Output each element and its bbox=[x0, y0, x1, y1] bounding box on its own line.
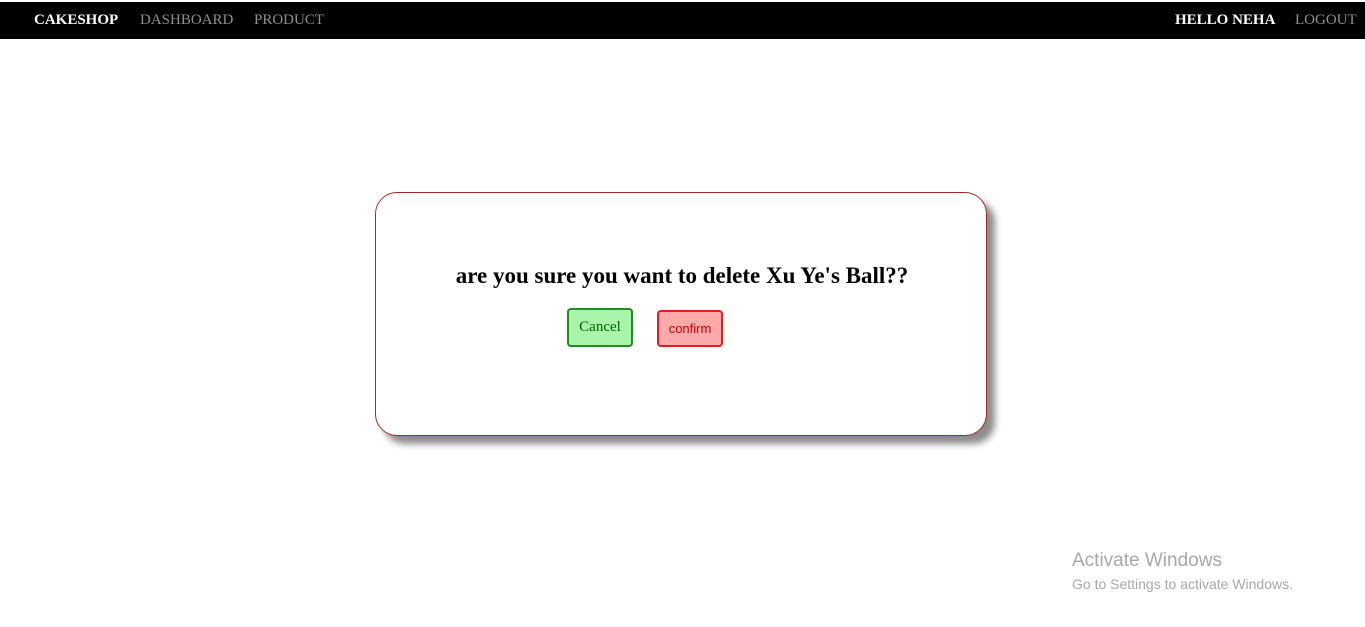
top-navbar: CAKESHOP DASHBOARD PRODUCT HELLO NEHA LO… bbox=[0, 2, 1365, 39]
watermark-title: Activate Windows bbox=[1072, 550, 1222, 571]
cancel-button[interactable]: Cancel bbox=[567, 308, 633, 347]
activation-watermark: Activate Windows Go to Settings to activ… bbox=[1072, 549, 1293, 595]
user-greeting: HELLO NEHA bbox=[1175, 12, 1276, 28]
dialog-message: are you sure you want to delete Xu Ye's … bbox=[455, 263, 909, 288]
nav-product-link[interactable]: PRODUCT bbox=[254, 2, 324, 39]
watermark-subtitle: Go to Settings to activate Windows. bbox=[1072, 576, 1293, 592]
logout-link[interactable]: LOGOUT bbox=[1295, 2, 1357, 39]
brand-link[interactable]: CAKESHOP bbox=[34, 2, 118, 39]
confirm-button[interactable]: confirm bbox=[657, 310, 723, 347]
delete-confirm-dialog: are you sure you want to delete Xu Ye's … bbox=[375, 192, 987, 436]
nav-dashboard-link[interactable]: DASHBOARD bbox=[140, 2, 233, 39]
